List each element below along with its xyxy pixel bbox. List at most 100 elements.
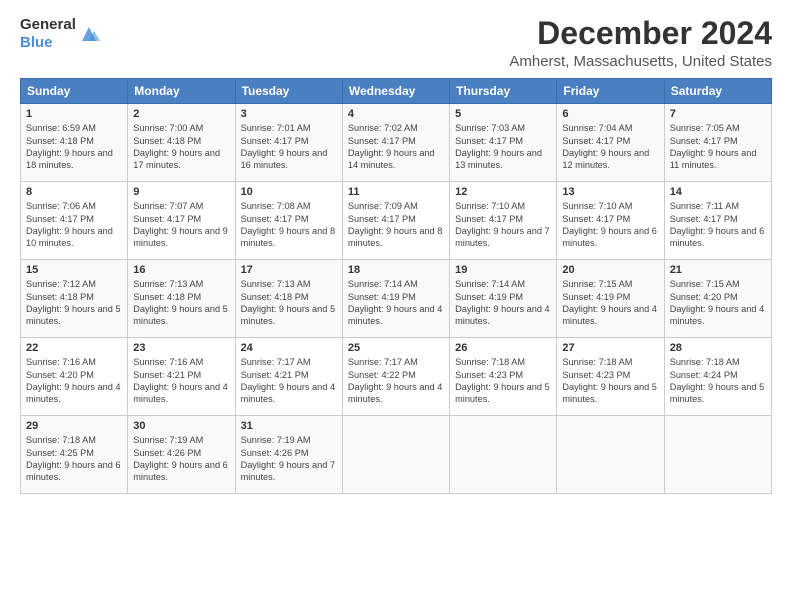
day-number: 22: [26, 342, 122, 354]
calendar-header: Sunday Monday Tuesday Wednesday Thursday…: [21, 79, 772, 104]
day-info: Sunrise: 7:06 AMSunset: 4:17 PMDaylight:…: [26, 201, 113, 248]
calendar-cell: 5 Sunrise: 7:03 AMSunset: 4:17 PMDayligh…: [450, 104, 557, 182]
calendar-cell: 26 Sunrise: 7:18 AMSunset: 4:23 PMDaylig…: [450, 338, 557, 416]
calendar-week-3: 22 Sunrise: 7:16 AMSunset: 4:20 PMDaylig…: [21, 338, 772, 416]
day-info: Sunrise: 7:11 AMSunset: 4:17 PMDaylight:…: [670, 201, 765, 248]
day-info: Sunrise: 7:19 AMSunset: 4:26 PMDaylight:…: [133, 435, 228, 482]
main-title: December 2024: [509, 16, 772, 51]
page: General Blue December 2024 Amherst, Mass…: [0, 0, 792, 612]
header-friday: Friday: [557, 79, 664, 104]
day-info: Sunrise: 7:13 AMSunset: 4:18 PMDaylight:…: [241, 279, 336, 326]
day-number: 30: [133, 420, 229, 432]
day-info: Sunrise: 7:15 AMSunset: 4:20 PMDaylight:…: [670, 279, 765, 326]
calendar-cell: [342, 416, 449, 494]
day-info: Sunrise: 7:15 AMSunset: 4:19 PMDaylight:…: [562, 279, 657, 326]
calendar-week-1: 8 Sunrise: 7:06 AMSunset: 4:17 PMDayligh…: [21, 182, 772, 260]
day-number: 3: [241, 108, 337, 120]
calendar-cell: 4 Sunrise: 7:02 AMSunset: 4:17 PMDayligh…: [342, 104, 449, 182]
day-info: Sunrise: 7:02 AMSunset: 4:17 PMDaylight:…: [348, 123, 435, 170]
calendar-week-4: 29 Sunrise: 7:18 AMSunset: 4:25 PMDaylig…: [21, 416, 772, 494]
calendar-cell: 24 Sunrise: 7:17 AMSunset: 4:21 PMDaylig…: [235, 338, 342, 416]
calendar-cell: 8 Sunrise: 7:06 AMSunset: 4:17 PMDayligh…: [21, 182, 128, 260]
day-number: 1: [26, 108, 122, 120]
day-number: 4: [348, 108, 444, 120]
day-info: Sunrise: 7:17 AMSunset: 4:22 PMDaylight:…: [348, 357, 443, 404]
day-info: Sunrise: 7:14 AMSunset: 4:19 PMDaylight:…: [455, 279, 550, 326]
day-info: Sunrise: 7:01 AMSunset: 4:17 PMDaylight:…: [241, 123, 328, 170]
weekday-row: Sunday Monday Tuesday Wednesday Thursday…: [21, 79, 772, 104]
day-number: 27: [562, 342, 658, 354]
day-info: Sunrise: 7:12 AMSunset: 4:18 PMDaylight:…: [26, 279, 121, 326]
calendar-cell: 10 Sunrise: 7:08 AMSunset: 4:17 PMDaylig…: [235, 182, 342, 260]
header: General Blue December 2024 Amherst, Mass…: [20, 16, 772, 70]
day-number: 28: [670, 342, 766, 354]
day-number: 31: [241, 420, 337, 432]
day-info: Sunrise: 7:16 AMSunset: 4:21 PMDaylight:…: [133, 357, 228, 404]
header-monday: Monday: [128, 79, 235, 104]
day-info: Sunrise: 6:59 AMSunset: 4:18 PMDaylight:…: [26, 123, 113, 170]
calendar-cell: 22 Sunrise: 7:16 AMSunset: 4:20 PMDaylig…: [21, 338, 128, 416]
day-info: Sunrise: 7:09 AMSunset: 4:17 PMDaylight:…: [348, 201, 443, 248]
calendar-cell: 27 Sunrise: 7:18 AMSunset: 4:23 PMDaylig…: [557, 338, 664, 416]
day-info: Sunrise: 7:05 AMSunset: 4:17 PMDaylight:…: [670, 123, 757, 170]
calendar-cell: 6 Sunrise: 7:04 AMSunset: 4:17 PMDayligh…: [557, 104, 664, 182]
calendar-cell: 17 Sunrise: 7:13 AMSunset: 4:18 PMDaylig…: [235, 260, 342, 338]
day-info: Sunrise: 7:10 AMSunset: 4:17 PMDaylight:…: [455, 201, 550, 248]
calendar-cell: 29 Sunrise: 7:18 AMSunset: 4:25 PMDaylig…: [21, 416, 128, 494]
day-info: Sunrise: 7:10 AMSunset: 4:17 PMDaylight:…: [562, 201, 657, 248]
day-number: 15: [26, 264, 122, 276]
day-number: 18: [348, 264, 444, 276]
calendar-cell: 19 Sunrise: 7:14 AMSunset: 4:19 PMDaylig…: [450, 260, 557, 338]
day-number: 21: [670, 264, 766, 276]
calendar-cell: 23 Sunrise: 7:16 AMSunset: 4:21 PMDaylig…: [128, 338, 235, 416]
logo: General Blue: [20, 16, 100, 52]
day-number: 20: [562, 264, 658, 276]
day-info: Sunrise: 7:07 AMSunset: 4:17 PMDaylight:…: [133, 201, 228, 248]
day-number: 5: [455, 108, 551, 120]
day-number: 10: [241, 186, 337, 198]
day-number: 19: [455, 264, 551, 276]
day-info: Sunrise: 7:00 AMSunset: 4:18 PMDaylight:…: [133, 123, 220, 170]
day-number: 24: [241, 342, 337, 354]
logo-icon: [78, 23, 100, 45]
calendar-cell: 11 Sunrise: 7:09 AMSunset: 4:17 PMDaylig…: [342, 182, 449, 260]
calendar-cell: 13 Sunrise: 7:10 AMSunset: 4:17 PMDaylig…: [557, 182, 664, 260]
calendar-cell: 16 Sunrise: 7:13 AMSunset: 4:18 PMDaylig…: [128, 260, 235, 338]
calendar-cell: 2 Sunrise: 7:00 AMSunset: 4:18 PMDayligh…: [128, 104, 235, 182]
calendar-week-2: 15 Sunrise: 7:12 AMSunset: 4:18 PMDaylig…: [21, 260, 772, 338]
calendar-cell: 15 Sunrise: 7:12 AMSunset: 4:18 PMDaylig…: [21, 260, 128, 338]
logo-text: General Blue: [20, 16, 76, 52]
header-tuesday: Tuesday: [235, 79, 342, 104]
calendar-cell: 30 Sunrise: 7:19 AMSunset: 4:26 PMDaylig…: [128, 416, 235, 494]
day-number: 16: [133, 264, 229, 276]
calendar-body: 1 Sunrise: 6:59 AMSunset: 4:18 PMDayligh…: [21, 104, 772, 494]
header-thursday: Thursday: [450, 79, 557, 104]
calendar-cell: 20 Sunrise: 7:15 AMSunset: 4:19 PMDaylig…: [557, 260, 664, 338]
subtitle: Amherst, Massachusetts, United States: [509, 53, 772, 70]
day-info: Sunrise: 7:03 AMSunset: 4:17 PMDaylight:…: [455, 123, 542, 170]
header-sunday: Sunday: [21, 79, 128, 104]
calendar-cell: [664, 416, 771, 494]
calendar-week-0: 1 Sunrise: 6:59 AMSunset: 4:18 PMDayligh…: [21, 104, 772, 182]
calendar-cell: [450, 416, 557, 494]
day-info: Sunrise: 7:18 AMSunset: 4:23 PMDaylight:…: [562, 357, 657, 404]
day-number: 2: [133, 108, 229, 120]
day-info: Sunrise: 7:13 AMSunset: 4:18 PMDaylight:…: [133, 279, 228, 326]
day-info: Sunrise: 7:04 AMSunset: 4:17 PMDaylight:…: [562, 123, 649, 170]
day-info: Sunrise: 7:19 AMSunset: 4:26 PMDaylight:…: [241, 435, 336, 482]
calendar-cell: 21 Sunrise: 7:15 AMSunset: 4:20 PMDaylig…: [664, 260, 771, 338]
day-info: Sunrise: 7:18 AMSunset: 4:23 PMDaylight:…: [455, 357, 550, 404]
day-number: 29: [26, 420, 122, 432]
day-number: 26: [455, 342, 551, 354]
day-number: 9: [133, 186, 229, 198]
day-number: 17: [241, 264, 337, 276]
calendar-cell: 3 Sunrise: 7:01 AMSunset: 4:17 PMDayligh…: [235, 104, 342, 182]
calendar-cell: 14 Sunrise: 7:11 AMSunset: 4:17 PMDaylig…: [664, 182, 771, 260]
day-number: 7: [670, 108, 766, 120]
day-info: Sunrise: 7:14 AMSunset: 4:19 PMDaylight:…: [348, 279, 443, 326]
day-number: 8: [26, 186, 122, 198]
day-number: 11: [348, 186, 444, 198]
day-number: 13: [562, 186, 658, 198]
calendar-cell: 31 Sunrise: 7:19 AMSunset: 4:26 PMDaylig…: [235, 416, 342, 494]
calendar-cell: 28 Sunrise: 7:18 AMSunset: 4:24 PMDaylig…: [664, 338, 771, 416]
